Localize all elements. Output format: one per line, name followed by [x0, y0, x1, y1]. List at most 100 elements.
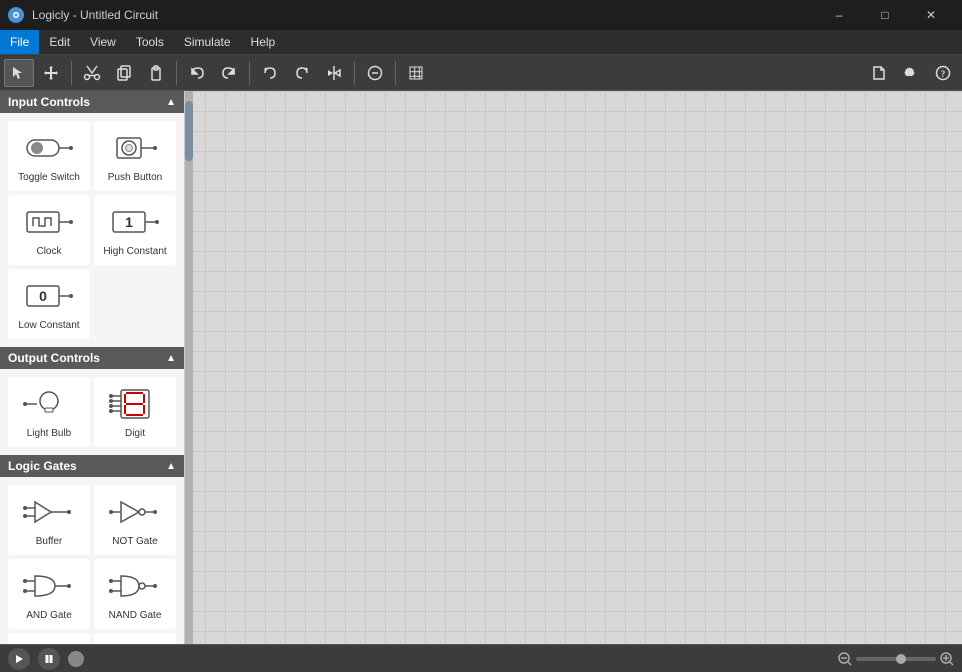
separator2 — [176, 61, 177, 85]
separator4 — [354, 61, 355, 85]
delete-button[interactable] — [360, 59, 390, 87]
window-title: Logicly - Untitled Circuit — [32, 8, 816, 22]
and-gate-label: AND Gate — [26, 610, 72, 622]
select-tool-button[interactable] — [4, 59, 34, 87]
svg-text:1: 1 — [125, 214, 133, 230]
rotate-ccw-button[interactable] — [255, 59, 285, 87]
component-clock[interactable]: Clock — [8, 195, 90, 265]
component-high-constant[interactable]: 1 High Constant — [94, 195, 176, 265]
menu-bar: File Edit View Tools Simulate Help — [0, 30, 962, 55]
low-constant-icon: 0 — [21, 276, 77, 316]
paste-button[interactable] — [141, 59, 171, 87]
push-button-label: Push Button — [108, 172, 162, 184]
light-bulb-icon — [21, 384, 77, 424]
redo-button[interactable] — [214, 59, 244, 87]
logic-gates-header[interactable]: Logic Gates ▲ — [0, 455, 184, 477]
menu-tools[interactable]: Tools — [126, 30, 174, 54]
menu-simulate[interactable]: Simulate — [174, 30, 241, 54]
light-bulb-label: Light Bulb — [27, 428, 71, 440]
output-controls-header[interactable]: Output Controls ▲ — [0, 347, 184, 369]
settings-button[interactable] — [896, 59, 926, 87]
not-gate-label: NOT Gate — [112, 536, 157, 548]
grid-button[interactable] — [401, 59, 431, 87]
component-and-gate[interactable]: AND Gate — [8, 559, 90, 629]
cut-button[interactable] — [77, 59, 107, 87]
digit-label: Digit — [125, 428, 145, 440]
grid-canvas[interactable] — [185, 91, 962, 644]
separator1 — [71, 61, 72, 85]
high-constant-label: High Constant — [103, 246, 166, 258]
play-button[interactable] — [8, 648, 30, 670]
component-low-constant[interactable]: 0 Low Constant — [8, 269, 90, 339]
push-button-icon — [107, 128, 163, 168]
and-gate-icon — [21, 566, 77, 606]
clock-icon — [21, 202, 77, 242]
nor-gate-icon — [107, 640, 163, 644]
logic-gates-label: Logic Gates — [8, 459, 77, 473]
app-icon — [8, 7, 24, 23]
flip-button[interactable] — [319, 59, 349, 87]
zoom-slider[interactable] — [856, 657, 936, 661]
rotate-cw-button[interactable] — [287, 59, 317, 87]
logic-gates-grid: Buffer — [0, 477, 184, 644]
main-layout: Input Controls ▲ — [0, 91, 962, 644]
info-button[interactable]: ? — [928, 59, 958, 87]
nand-gate-label: NAND Gate — [109, 610, 162, 622]
low-constant-label: Low Constant — [18, 320, 79, 332]
nand-gate-icon — [107, 566, 163, 606]
input-controls-header[interactable]: Input Controls ▲ — [0, 91, 184, 113]
separator3 — [249, 61, 250, 85]
input-controls-grid: Toggle Switch Push Button — [0, 113, 184, 347]
input-controls-label: Input Controls — [8, 95, 90, 109]
sidebar: Input Controls ▲ — [0, 91, 185, 644]
menu-file[interactable]: File — [0, 30, 39, 54]
or-gate-icon — [21, 640, 77, 644]
toolbar: ? — [0, 55, 962, 91]
component-nand-gate[interactable]: NAND Gate — [94, 559, 176, 629]
canvas-area[interactable] — [185, 91, 962, 644]
close-button[interactable]: ✕ — [908, 0, 954, 30]
document-button[interactable] — [864, 59, 894, 87]
component-toggle-switch[interactable]: Toggle Switch — [8, 121, 90, 191]
pan-tool-button[interactable] — [36, 59, 66, 87]
buffer-label: Buffer — [36, 536, 63, 548]
component-or-gate[interactable]: OR Gate — [8, 633, 90, 644]
copy-button[interactable] — [109, 59, 139, 87]
output-controls-grid: Light Bulb — [0, 369, 184, 455]
svg-text:?: ? — [941, 69, 946, 79]
status-indicator — [68, 651, 84, 667]
output-controls-label: Output Controls — [8, 351, 100, 365]
toggle-switch-icon — [21, 128, 77, 168]
component-buffer[interactable]: Buffer — [8, 485, 90, 555]
zoom-in-icon — [940, 652, 954, 666]
component-nor-gate[interactable]: NOR Gate — [94, 633, 176, 644]
component-push-button[interactable]: Push Button — [94, 121, 176, 191]
title-bar: Logicly - Untitled Circuit – □ ✕ — [0, 0, 962, 30]
component-digit[interactable]: Digit — [94, 377, 176, 447]
buffer-icon — [21, 492, 77, 532]
high-constant-icon: 1 — [107, 202, 163, 242]
toggle-switch-label: Toggle Switch — [18, 172, 80, 184]
menu-edit[interactable]: Edit — [39, 30, 80, 54]
logic-gates-collapse[interactable]: ▲ — [166, 461, 176, 472]
undo-button[interactable] — [182, 59, 212, 87]
maximize-button[interactable]: □ — [862, 0, 908, 30]
svg-text:0: 0 — [39, 288, 47, 304]
status-bar — [0, 644, 962, 672]
digit-icon — [107, 384, 163, 424]
component-light-bulb[interactable]: Light Bulb — [8, 377, 90, 447]
clock-label: Clock — [36, 246, 61, 258]
pause-button[interactable] — [38, 648, 60, 670]
component-not-gate[interactable]: NOT Gate — [94, 485, 176, 555]
menu-view[interactable]: View — [80, 30, 126, 54]
zoom-thumb[interactable] — [896, 654, 906, 664]
minimize-button[interactable]: – — [816, 0, 862, 30]
separator5 — [395, 61, 396, 85]
canvas-left-scrollbar[interactable] — [185, 91, 193, 644]
input-controls-collapse[interactable]: ▲ — [166, 97, 176, 108]
output-controls-collapse[interactable]: ▲ — [166, 353, 176, 364]
zoom-controls — [838, 652, 954, 666]
zoom-out-icon — [838, 652, 852, 666]
window-controls: – □ ✕ — [816, 0, 954, 30]
menu-help[interactable]: Help — [241, 30, 286, 54]
